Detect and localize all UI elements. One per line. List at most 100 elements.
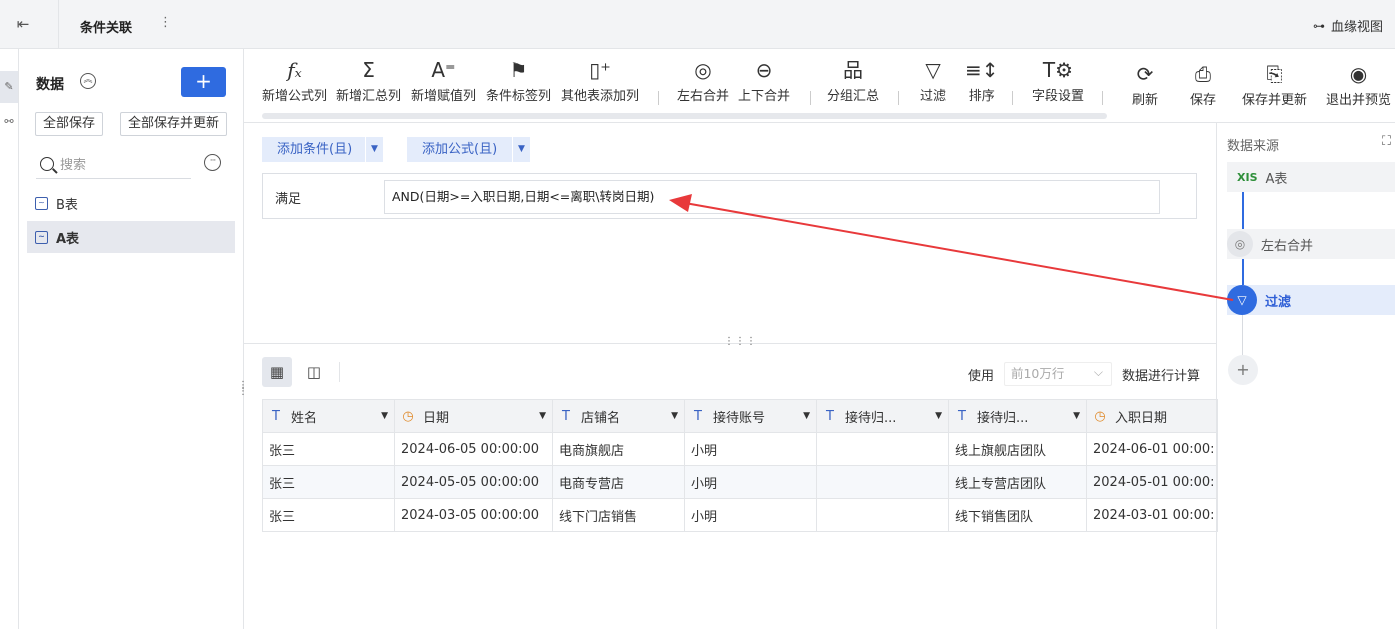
sort-button[interactable]: ≡↕ 排序	[965, 57, 999, 104]
table-cell[interactable]: 张三	[262, 465, 395, 499]
table-cell[interactable]: 2024-06-05 00:00:00	[394, 432, 553, 466]
condition-area: 添加条件(且) ▼ 添加公式(且) ▼ 满足 AND(日期>=入职日期,日期<=…	[244, 123, 1216, 343]
data-source-panel: 数据来源 ⛶ XIS A表 ◎ 左右合并 ▽ 过滤 +	[1216, 123, 1395, 629]
caret-down-icon[interactable]: ▼	[1073, 411, 1080, 421]
column-header[interactable]: ◷ 入职日期	[1086, 399, 1218, 433]
column-header[interactable]: T 店铺名 ▼	[552, 399, 685, 433]
add-step-button[interactable]: +	[1228, 355, 1258, 385]
add-formula-column-button[interactable]: fₓ 新增公式列	[262, 57, 327, 104]
add-column-icon: ▯⁺	[589, 58, 611, 82]
exit-icon[interactable]: ⇤	[14, 15, 32, 33]
save-button[interactable]: ⎙ 保存	[1190, 61, 1216, 108]
table-cell[interactable]: 电商专营店	[552, 465, 685, 499]
more-icon[interactable]: ···	[204, 154, 221, 171]
preview-icon: ◉	[1349, 62, 1368, 86]
flow-node-merge[interactable]: ◎ 左右合并	[1227, 229, 1395, 259]
table-cell[interactable]: 2024-03-05 00:00:00	[394, 498, 553, 532]
row-limit-select[interactable]: 前10万行	[1003, 361, 1112, 386]
caret-down-icon[interactable]: ▼	[512, 137, 530, 162]
relation-tab-icon[interactable]: ⚯	[0, 115, 18, 135]
caret-down-icon[interactable]: ▼	[365, 137, 383, 162]
table-cell[interactable]: 小明	[684, 498, 817, 532]
caret-down-icon[interactable]: ▼	[803, 411, 810, 421]
condition-tag-column-button[interactable]: ⚑ 条件标签列	[486, 57, 551, 104]
caret-down-icon[interactable]: ▼	[539, 411, 546, 421]
table-cell[interactable]: 张三	[262, 432, 395, 466]
flow-node-label: 左右合并	[1261, 238, 1314, 254]
text-type-icon: T	[562, 408, 570, 424]
filter-icon: ▽	[925, 58, 941, 82]
add-formula-dropdown[interactable]: 添加公式(且) ▼	[407, 137, 530, 162]
toolbar-label: 新增赋值列	[411, 89, 477, 104]
table-cell[interactable]: 张三	[262, 498, 395, 532]
table-cell[interactable]: 线下销售团队	[948, 498, 1087, 532]
table-cell[interactable]: 小明	[684, 465, 817, 499]
search-input[interactable]: 搜索	[36, 149, 191, 179]
flow-node-filter[interactable]: ▽ 过滤	[1227, 285, 1395, 315]
formula-expression-field[interactable]: AND(日期>=入职日期,日期<=离职\转岗日期)	[384, 180, 1160, 214]
table-cell[interactable]: 2024-05-05 00:00:00	[394, 465, 553, 499]
toolbar-label: 保存	[1190, 93, 1217, 108]
table-cell[interactable]: 线上专营店团队	[948, 465, 1087, 499]
refresh-icon: ⟳	[1136, 62, 1154, 86]
top-bottom-merge-button[interactable]: ⊖ 上下合并	[738, 57, 790, 104]
filter-button[interactable]: ▽ 过滤	[920, 57, 946, 104]
table-item-a[interactable]: ~ A表	[27, 221, 235, 253]
toolbar-label: 退出并预览	[1326, 93, 1392, 108]
table-cell[interactable]	[816, 498, 949, 532]
column-header[interactable]: T 接待归... ▼	[816, 399, 949, 433]
table-cell[interactable]: 电商旗舰店	[552, 432, 685, 466]
save-all-button[interactable]: 全部保存	[35, 112, 104, 136]
group-summary-button[interactable]: 品 分组汇总	[827, 57, 879, 104]
add-formula-button[interactable]: 添加公式(且)	[407, 137, 497, 162]
add-data-button[interactable]: +	[181, 67, 226, 97]
grid-view-icon[interactable]: ▦	[262, 357, 292, 387]
caret-down-icon[interactable]: ▼	[381, 411, 388, 421]
add-summary-column-button[interactable]: Σ 新增汇总列	[336, 57, 401, 104]
toolbar-label: 其他表添加列	[561, 89, 640, 104]
column-header[interactable]: T 姓名 ▼	[262, 399, 395, 433]
caret-down-icon[interactable]: ▼	[935, 411, 942, 421]
group-icon: 品	[843, 58, 863, 82]
column-header-label: 接待账号	[713, 410, 766, 426]
refresh-button[interactable]: ⟳ 刷新	[1132, 61, 1158, 108]
flow-node-source[interactable]: XIS A表	[1227, 162, 1395, 192]
column-header[interactable]: T 接待账号 ▼	[684, 399, 817, 433]
save-all-update-button[interactable]: 全部保存并更新	[120, 112, 228, 136]
field-settings-button[interactable]: T⚙ 字段设置	[1032, 57, 1084, 104]
exit-and-preview-button[interactable]: ◉ 退出并预览	[1326, 61, 1391, 108]
table-cell[interactable]	[816, 432, 949, 466]
caret-down-icon[interactable]: ▼	[671, 411, 678, 421]
lineage-view-button[interactable]: ⊶ 血缘视图	[1312, 16, 1383, 36]
table-row: 张三 2024-03-05 00:00:00 线下门店销售 小明 线下销售团队 …	[262, 498, 1218, 532]
table-cell[interactable]: 2024-06-01 00:00:	[1086, 432, 1218, 466]
table-cell[interactable]	[816, 465, 949, 499]
collapse-icon[interactable]: ︽	[80, 73, 96, 89]
table-cell[interactable]: 线下门店销售	[552, 498, 685, 532]
flow-connector	[1242, 259, 1244, 285]
expand-icon[interactable]: ⛶	[1382, 134, 1391, 149]
add-condition-dropdown[interactable]: 添加条件(且) ▼	[262, 137, 383, 162]
lineage-icon: ⊶	[1312, 18, 1325, 33]
table-item-label: B表	[56, 197, 78, 213]
column-header[interactable]: ◷ 日期 ▼	[394, 399, 553, 433]
toolbar-label: 上下合并	[738, 89, 791, 104]
save-and-update-button[interactable]: ⎘ 保存并更新	[1242, 61, 1307, 108]
data-tab-icon[interactable]: ✎	[0, 71, 18, 103]
left-right-merge-button[interactable]: ◎ 左右合并	[677, 57, 729, 104]
more-options-icon[interactable]: ⋮	[159, 15, 172, 30]
top-bar: ⇤ 条件关联 ⋮ ⊶ 血缘视图	[0, 0, 1395, 49]
add-assign-column-button[interactable]: A⁼ 新增赋值列	[411, 57, 476, 104]
layout-view-icon[interactable]: ◫	[299, 357, 329, 387]
toolbar-scrollbar[interactable]	[262, 113, 1107, 119]
table-cell[interactable]: 2024-05-01 00:00:	[1086, 465, 1218, 499]
flow-node-label: 过滤	[1265, 294, 1292, 310]
venn-icon: ◎	[1227, 231, 1253, 257]
add-condition-button[interactable]: 添加条件(且)	[262, 137, 352, 162]
table-cell[interactable]: 小明	[684, 432, 817, 466]
table-item-b[interactable]: ~ B表	[27, 187, 235, 219]
add-column-from-other-table-button[interactable]: ▯⁺ 其他表添加列	[561, 57, 639, 104]
table-cell[interactable]: 2024-03-01 00:00:	[1086, 498, 1218, 532]
column-header[interactable]: T 接待归... ▼	[948, 399, 1087, 433]
table-cell[interactable]: 线上旗舰店团队	[948, 432, 1087, 466]
